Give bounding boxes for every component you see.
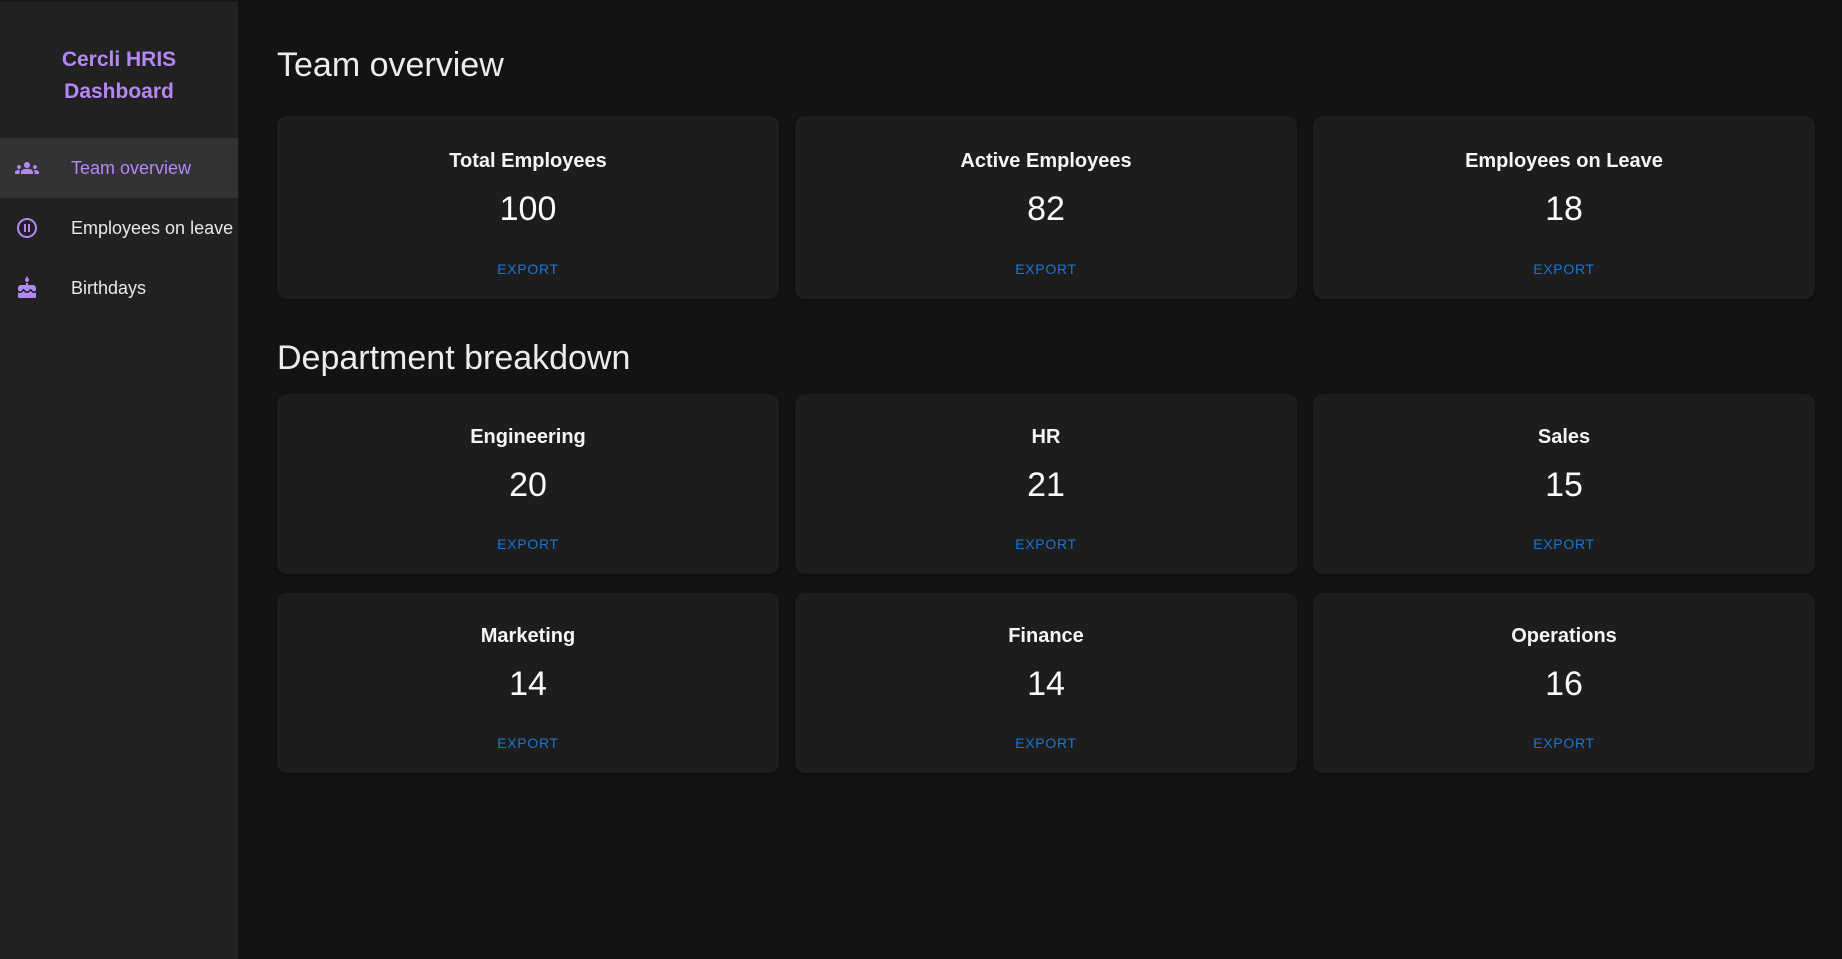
export-button[interactable]: EXPORT	[1523, 255, 1605, 283]
card-title: Employees on Leave	[1465, 150, 1663, 173]
card-title: Engineering	[470, 426, 586, 449]
sidebar-item-label: Employees on leave	[71, 218, 233, 239]
sidebar-nav: Team overview Employees on leave Birthda…	[0, 138, 238, 318]
sidebar-item-birthdays[interactable]: Birthdays	[0, 258, 238, 318]
export-button[interactable]: EXPORT	[487, 530, 569, 558]
hr-card: HR 21 EXPORT	[795, 394, 1297, 574]
marketing-card: Marketing 14 EXPORT	[277, 593, 779, 773]
card-value: 20	[509, 466, 547, 505]
total-employees-card: Total Employees 100 EXPORT	[277, 116, 779, 299]
card-title: Marketing	[481, 625, 575, 648]
card-value: 82	[1027, 190, 1065, 229]
operations-card: Operations 16 EXPORT	[1313, 593, 1815, 773]
pause-circle-icon	[15, 216, 39, 240]
card-title: HR	[1032, 426, 1061, 449]
department-cards: Engineering 20 EXPORT HR 21 EXPORT Sales…	[277, 394, 1815, 773]
card-title: Total Employees	[449, 150, 606, 173]
card-value: 14	[509, 665, 547, 704]
card-value: 18	[1545, 190, 1583, 229]
card-title: Active Employees	[960, 150, 1131, 173]
export-button[interactable]: EXPORT	[1523, 530, 1605, 558]
export-button[interactable]: EXPORT	[1005, 729, 1087, 757]
finance-card: Finance 14 EXPORT	[795, 593, 1297, 773]
card-value: 16	[1545, 665, 1583, 704]
export-button[interactable]: EXPORT	[1523, 729, 1605, 757]
sidebar-item-team-overview[interactable]: Team overview	[0, 138, 238, 198]
sidebar: Cercli HRIS Dashboard Team overview Empl…	[0, 0, 238, 959]
sales-card: Sales 15 EXPORT	[1313, 394, 1815, 574]
main-content: Team overview Total Employees 100 EXPORT…	[238, 0, 1842, 959]
groups-icon	[15, 156, 39, 180]
export-button[interactable]: EXPORT	[487, 729, 569, 757]
card-title: Sales	[1538, 426, 1590, 449]
export-button[interactable]: EXPORT	[487, 255, 569, 283]
employees-on-leave-card: Employees on Leave 18 EXPORT	[1313, 116, 1815, 299]
engineering-card: Engineering 20 EXPORT	[277, 394, 779, 574]
card-title: Finance	[1008, 625, 1084, 648]
cake-icon	[15, 276, 39, 300]
team-overview-heading: Team overview	[277, 45, 1815, 85]
export-button[interactable]: EXPORT	[1005, 255, 1087, 283]
card-title: Operations	[1511, 625, 1617, 648]
card-value: 15	[1545, 466, 1583, 505]
department-breakdown-heading: Department breakdown	[277, 338, 1815, 378]
sidebar-item-label: Team overview	[71, 158, 191, 179]
active-employees-card: Active Employees 82 EXPORT	[795, 116, 1297, 299]
sidebar-item-label: Birthdays	[71, 278, 146, 299]
team-overview-cards: Total Employees 100 EXPORT Active Employ…	[277, 116, 1815, 299]
sidebar-item-employees-on-leave[interactable]: Employees on leave	[0, 198, 238, 258]
app-title: Cercli HRIS Dashboard	[0, 2, 238, 108]
card-value: 100	[500, 190, 557, 229]
card-value: 14	[1027, 665, 1065, 704]
card-value: 21	[1027, 466, 1065, 505]
export-button[interactable]: EXPORT	[1005, 530, 1087, 558]
